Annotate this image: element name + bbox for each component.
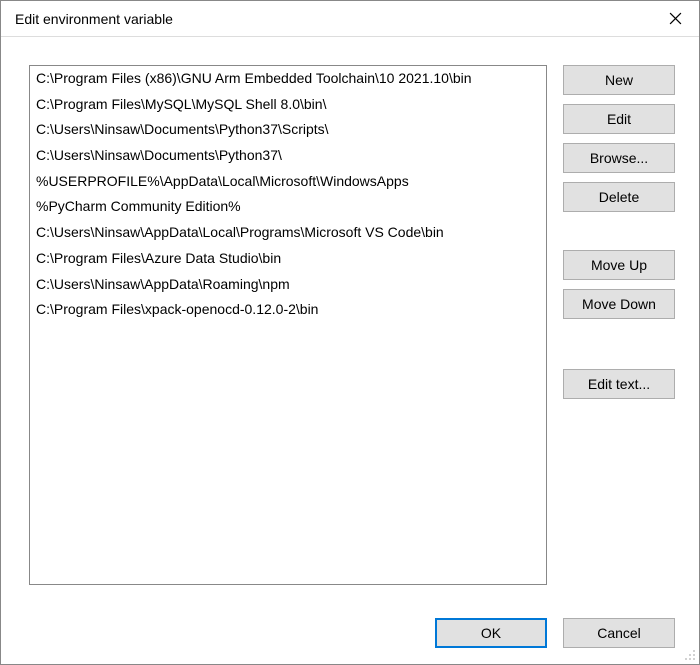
new-button[interactable]: New [563,65,675,95]
dialog-footer: OK Cancel [29,618,675,648]
list-item[interactable]: C:\Program Files\xpack-openocd-0.12.0-2\… [30,297,546,323]
list-item[interactable]: C:\Program Files (x86)\GNU Arm Embedded … [30,66,546,92]
window-title: Edit environment variable [15,11,651,27]
main-row: C:\Program Files (x86)\GNU Arm Embedded … [29,65,675,604]
edit-text-button[interactable]: Edit text... [563,369,675,399]
spacer [563,328,675,360]
list-item[interactable]: %PyCharm Community Edition% [30,194,546,220]
edit-button[interactable]: Edit [563,104,675,134]
browse-button[interactable]: Browse... [563,143,675,173]
list-item[interactable]: C:\Users\Ninsaw\AppData\Roaming\npm [30,272,546,298]
list-item[interactable]: C:\Program Files\MySQL\MySQL Shell 8.0\b… [30,92,546,118]
move-up-button[interactable]: Move Up [563,250,675,280]
list-item[interactable]: %USERPROFILE%\AppData\Local\Microsoft\Wi… [30,169,546,195]
list-item[interactable]: C:\Program Files\Azure Data Studio\bin [30,246,546,272]
move-down-button[interactable]: Move Down [563,289,675,319]
path-listbox[interactable]: C:\Program Files (x86)\GNU Arm Embedded … [29,65,547,585]
delete-button[interactable]: Delete [563,182,675,212]
side-button-column: New Edit Browse... Delete Move Up Move D… [563,65,675,604]
ok-button[interactable]: OK [435,618,547,648]
dialog-content: C:\Program Files (x86)\GNU Arm Embedded … [1,37,699,664]
dialog-window: Edit environment variable C:\Program Fil… [0,0,700,665]
list-item[interactable]: C:\Users\Ninsaw\Documents\Python37\Scrip… [30,117,546,143]
cancel-button[interactable]: Cancel [563,618,675,648]
resize-grip-icon[interactable] [684,649,696,661]
spacer [563,221,675,241]
close-icon [669,12,682,25]
list-item[interactable]: C:\Users\Ninsaw\AppData\Local\Programs\M… [30,220,546,246]
list-item[interactable]: C:\Users\Ninsaw\Documents\Python37\ [30,143,546,169]
titlebar: Edit environment variable [1,1,699,37]
close-button[interactable] [651,1,699,37]
